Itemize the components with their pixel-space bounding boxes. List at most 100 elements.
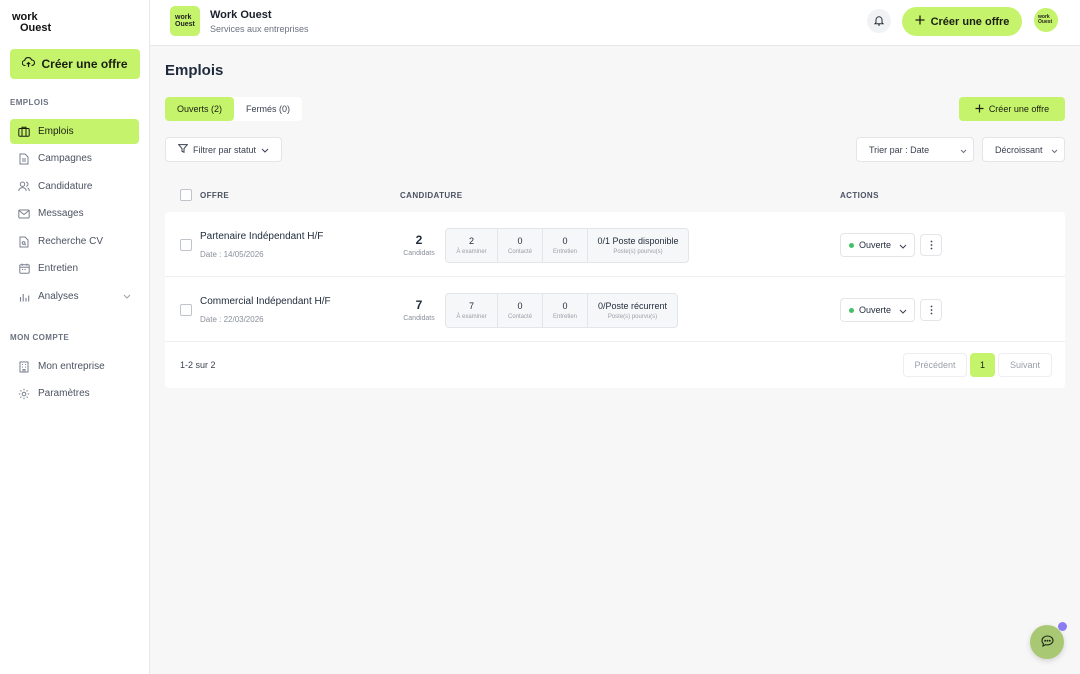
bell-icon xyxy=(873,14,885,29)
sidebar-create-offer-label: Créer une offre xyxy=(41,57,128,71)
sidebar-item-mon-entreprise[interactable]: Mon entreprise xyxy=(10,354,139,379)
tab-open[interactable]: Ouverts (2) xyxy=(165,97,235,121)
stage-to-review[interactable]: 2 À examiner xyxy=(446,229,498,262)
page-number-button[interactable]: 1 xyxy=(970,353,995,377)
chart-icon xyxy=(18,291,30,303)
filter-icon xyxy=(177,144,189,155)
stage-interview[interactable]: 0 Entretien xyxy=(543,294,588,327)
row-checkbox[interactable] xyxy=(180,239,192,251)
more-actions-button[interactable] xyxy=(920,299,942,321)
order-select-label: Décroissant xyxy=(995,144,1043,155)
brand-logo-line2: Ouest xyxy=(20,22,52,34)
table-row: Commercial Indépendant H/F Date : 22/03/… xyxy=(165,277,1065,342)
chevron-down-icon xyxy=(1051,146,1058,156)
select-all-checkbox[interactable] xyxy=(180,189,192,201)
chevron-down-icon xyxy=(899,306,907,316)
stage-contacted[interactable]: 0 Contacté xyxy=(498,229,543,262)
create-offer-button[interactable]: Créer une offre xyxy=(959,97,1065,121)
chat-bubble-icon xyxy=(1040,634,1054,650)
chevron-down-icon xyxy=(261,145,269,155)
file-search-icon xyxy=(18,236,30,248)
sidebar-item-emplois[interactable]: Emplois xyxy=(10,119,139,144)
sort-select[interactable]: Trier par : Date xyxy=(856,137,974,162)
sidebar-item-label: Campagnes xyxy=(38,153,92,164)
sidebar-item-candidature[interactable]: Candidature xyxy=(10,174,139,199)
cloud-upload-icon xyxy=(22,57,36,71)
sort-select-label: Trier par : Date xyxy=(869,144,930,155)
stage-label: Contacté xyxy=(507,249,532,255)
notifications-button[interactable] xyxy=(867,9,891,33)
positions-label: Poste(s) pourvu(s) xyxy=(613,249,663,255)
sidebar-item-parametres[interactable]: Paramètres xyxy=(10,381,139,406)
order-select[interactable]: Décroissant xyxy=(982,137,1065,162)
row-checkbox[interactable] xyxy=(180,304,192,316)
status-dropdown[interactable]: Ouverte xyxy=(840,298,915,322)
stage-value: 0 xyxy=(517,301,523,311)
calendar-icon xyxy=(18,263,30,275)
column-header-applications: CANDIDATURE xyxy=(400,191,463,200)
gear-icon xyxy=(18,388,30,400)
stage-value: 7 xyxy=(468,301,474,311)
plus-icon xyxy=(915,15,925,28)
company-logo[interactable]: work Ouest xyxy=(170,6,200,36)
stage-interview[interactable]: 0 Entretien xyxy=(543,229,588,262)
stage-label: À examiner xyxy=(456,249,487,255)
status-dot-icon xyxy=(849,307,854,313)
avatar[interactable]: work Ouest xyxy=(1034,8,1058,32)
plus-icon xyxy=(975,104,984,115)
status-filter-label: Filtrer par statut xyxy=(192,144,257,155)
status-dropdown[interactable]: Ouverte xyxy=(840,233,915,257)
job-title-link[interactable]: Commercial Indépendant H/F xyxy=(200,296,331,307)
company-logo-line1: work xyxy=(175,14,192,21)
avatar-line2: Ouest xyxy=(1038,19,1053,25)
more-vertical-icon xyxy=(930,303,933,318)
tab-closed[interactable]: Fermés (0) xyxy=(234,97,302,121)
sidebar-item-recherche-cv[interactable]: Recherche CV xyxy=(10,229,139,254)
sidebar-create-offer-button[interactable]: Créer une offre xyxy=(10,49,140,79)
candidates-label: Candidats xyxy=(403,315,435,322)
users-icon xyxy=(18,181,30,193)
sidebar-item-analyses[interactable]: Analyses xyxy=(10,284,139,309)
stage-to-review[interactable]: 7 À examiner xyxy=(446,294,498,327)
column-header-actions: ACTIONS xyxy=(840,191,879,200)
sidebar-section-account: MON COMPTE xyxy=(10,333,70,342)
company-subtitle: Services aux entreprises xyxy=(210,24,309,34)
mail-icon xyxy=(18,208,30,220)
status-filter-button[interactable]: Filtrer par statut xyxy=(165,137,282,162)
chat-notification-badge xyxy=(1058,622,1067,631)
chevron-down-icon xyxy=(899,241,907,251)
pipeline-stats: 7 À examiner 0 Contacté 0 Entretien 0/Po… xyxy=(445,293,678,328)
briefcase-icon xyxy=(18,126,30,138)
sidebar-item-label: Emplois xyxy=(38,126,74,137)
sidebar-item-label: Paramètres xyxy=(38,388,90,399)
sidebar-item-label: Candidature xyxy=(38,181,93,192)
sidebar-item-campagnes[interactable]: Campagnes xyxy=(10,146,139,171)
stage-value: 2 xyxy=(468,236,474,246)
header-create-offer-button[interactable]: Créer une offre xyxy=(902,7,1022,36)
next-page-button[interactable]: Suivant xyxy=(998,353,1052,377)
stage-contacted[interactable]: 0 Contacté xyxy=(498,294,543,327)
create-offer-label: Créer une offre xyxy=(988,104,1050,114)
sidebar-item-label: Mon entreprise xyxy=(38,361,105,372)
brand-logo[interactable]: work Ouest xyxy=(12,12,56,36)
sidebar-item-messages[interactable]: Messages xyxy=(10,201,139,226)
sidebar-section-jobs: EMPLOIS xyxy=(10,98,49,107)
job-title-link[interactable]: Partenaire Indépendant H/F xyxy=(200,231,323,242)
previous-page-button[interactable]: Précédent xyxy=(903,353,967,377)
sidebar-item-label: Entretien xyxy=(38,263,79,274)
more-actions-button[interactable] xyxy=(920,234,942,256)
status-tabs: Ouverts (2) Fermés (0) xyxy=(165,97,303,121)
positions-label: Poste(s) pourvu(s) xyxy=(607,314,658,320)
jobs-table: Partenaire Indépendant H/F Date : 14/05/… xyxy=(165,212,1065,388)
building-icon xyxy=(18,361,30,373)
job-date: Date : 22/03/2026 xyxy=(200,315,264,324)
stage-label: Entretien xyxy=(552,249,577,255)
positions-filled: 0/1 Poste disponible Poste(s) pourvu(s) xyxy=(588,229,688,262)
sidebar-item-entretien[interactable]: Entretien xyxy=(10,256,139,281)
stage-label: Entretien xyxy=(552,314,577,320)
header-create-offer-label: Créer une offre xyxy=(930,15,1010,28)
chevron-down-icon xyxy=(960,146,967,156)
candidates-label: Candidats xyxy=(403,250,435,257)
positions-value: 0/1 Poste disponible xyxy=(597,236,679,246)
positions-filled: 0/Poste récurrent Poste(s) pourvu(s) xyxy=(588,294,677,327)
